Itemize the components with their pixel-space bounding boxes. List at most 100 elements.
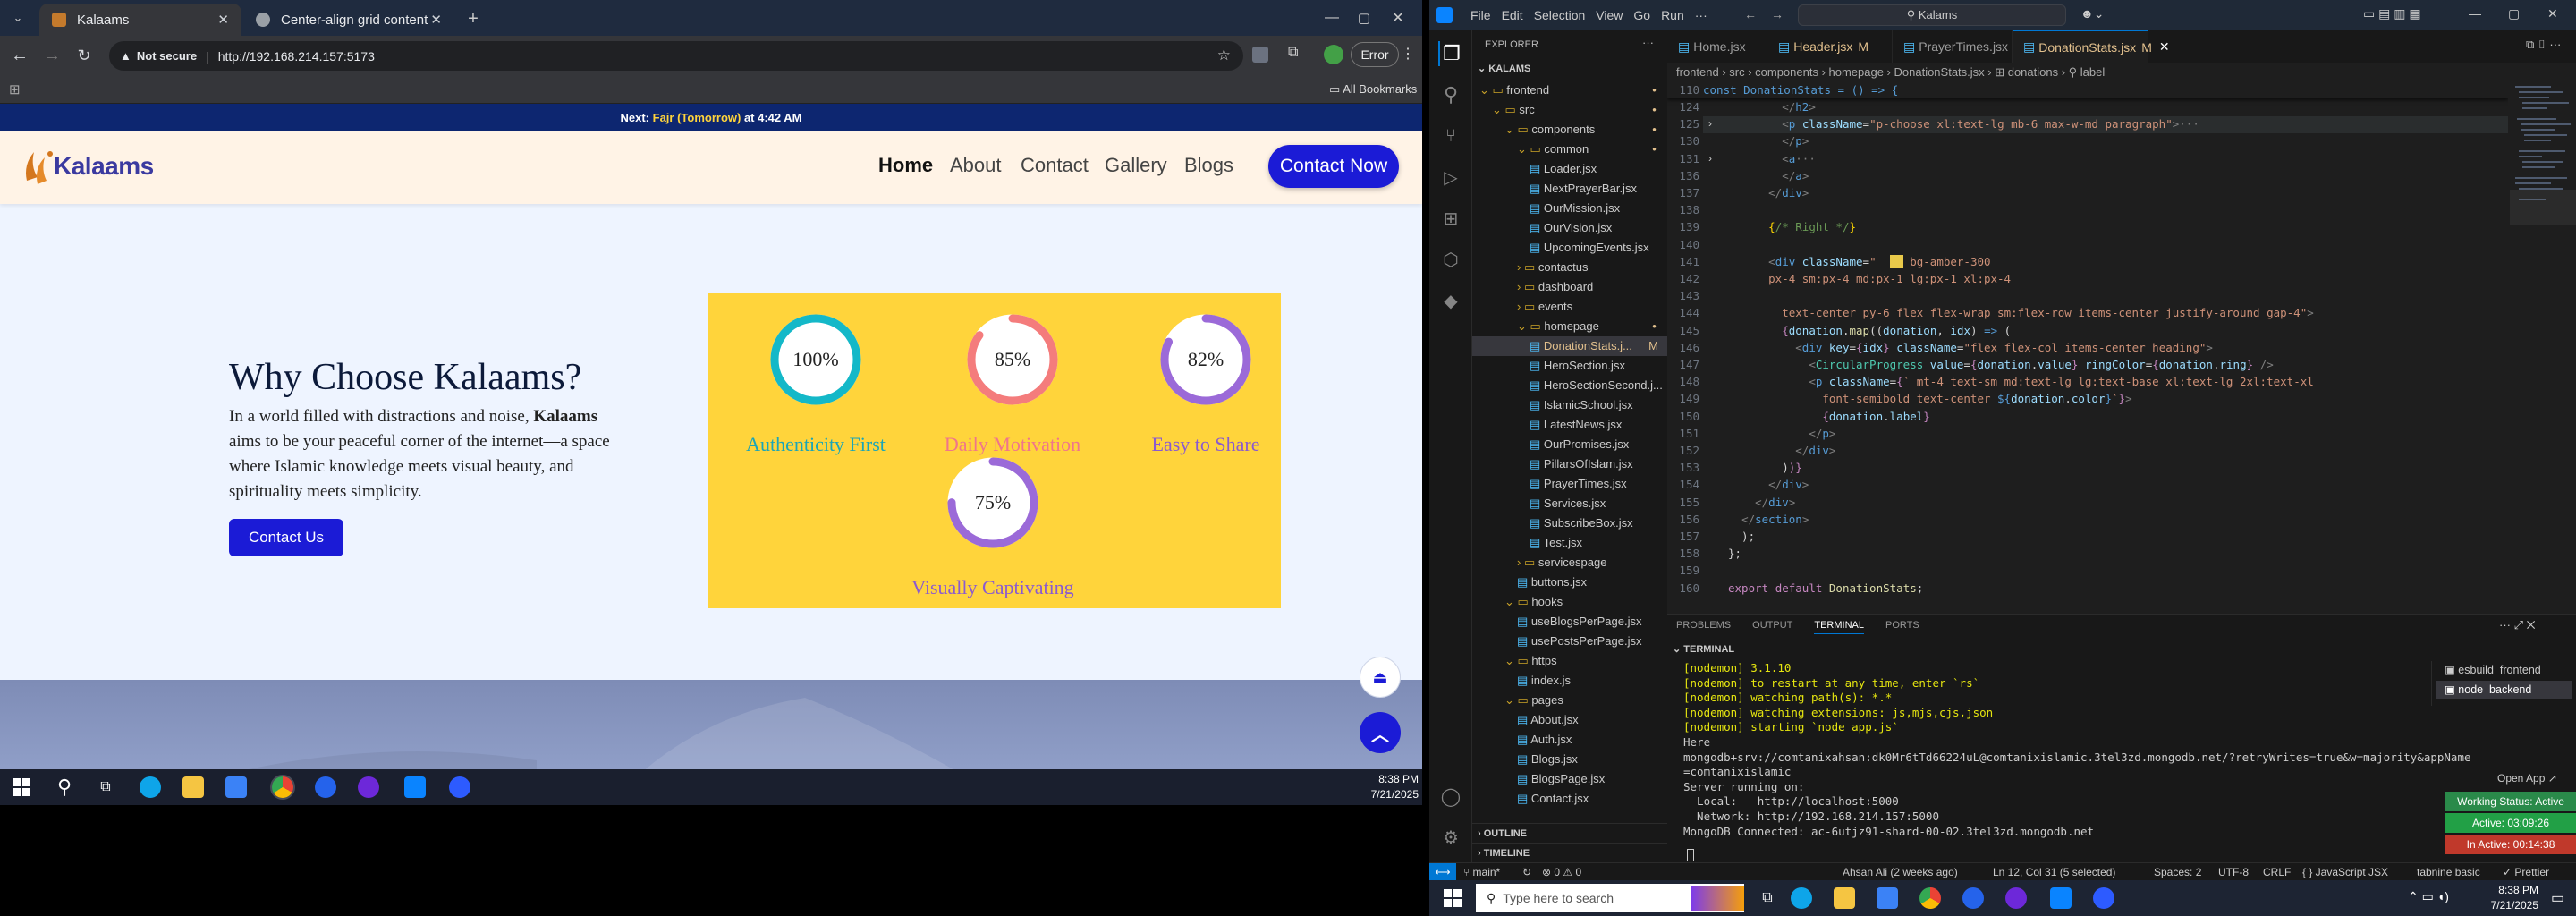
more-actions-icon[interactable]: ··· — [1642, 36, 1654, 49]
settings-gear-icon[interactable]: ⚙ — [1438, 825, 1463, 850]
tree-file[interactable]: ▤ NextPrayerBar.jsx — [1472, 179, 1667, 199]
tree-file[interactable]: ▤ About.jsx — [1472, 710, 1667, 730]
kebab-menu-icon[interactable]: ⋮ — [1401, 45, 1415, 63]
tabnine-status[interactable]: tabnine basic — [2417, 866, 2480, 878]
workspace-root[interactable]: ⌄ KALAMS — [1478, 63, 1530, 74]
tree-folder[interactable]: ⌄ ▭ homepage ● — [1472, 317, 1667, 336]
tree-file[interactable]: ▤ HeroSectionSecond.j... — [1472, 376, 1667, 395]
tree-file[interactable]: ▤ BlogsPage.jsx — [1472, 769, 1667, 789]
contact-now-button[interactable]: Contact Now — [1268, 145, 1399, 188]
tree-folder[interactable]: › ▭ contactus — [1472, 258, 1667, 277]
windows-start-icon[interactable] — [13, 778, 30, 796]
nav-about[interactable]: About — [950, 154, 1002, 177]
tree-folder[interactable]: › ▭ dashboard — [1472, 277, 1667, 297]
new-tab-button[interactable]: + — [462, 7, 485, 30]
reload-icon[interactable]: ↻ — [68, 39, 100, 72]
tree-file[interactable]: ▤ index.js — [1472, 671, 1667, 691]
edge-icon[interactable] — [1791, 887, 1812, 909]
task-view-icon[interactable]: ⧉ — [93, 775, 118, 800]
tree-folder[interactable]: ⌄ ▭ pages — [1472, 691, 1667, 710]
close-tab-icon[interactable]: ✕ — [2159, 39, 2170, 55]
profile-avatar[interactable] — [1324, 45, 1343, 64]
tree-file[interactable]: ▤ PrayerTimes.jsx — [1472, 474, 1667, 494]
explorer-icon[interactable]: ❐ — [1438, 41, 1463, 66]
tree-file[interactable]: ▤ OurMission.jsx — [1472, 199, 1667, 218]
timeline-section[interactable]: › TIMELINE — [1472, 843, 1667, 862]
tree-folder[interactable]: ⌄ ▭ components ● — [1472, 120, 1667, 140]
terminal-output[interactable]: [nodemon] 3.1.10 [nodemon] to restart at … — [1667, 661, 2471, 858]
file-explorer-icon[interactable] — [182, 776, 204, 798]
tree-file[interactable]: ▤ UpcomingEvents.jsx — [1472, 238, 1667, 258]
tree-folder[interactable]: ⌄ ▭ frontend ● — [1472, 81, 1667, 100]
menu-item[interactable]: Edit — [1502, 8, 1523, 22]
tree-file[interactable]: ▤ Services.jsx — [1472, 494, 1667, 513]
menu-item[interactable]: Run — [1661, 8, 1684, 22]
problems-status[interactable]: ⊗ 0 ⚠ 0 — [1542, 866, 1581, 878]
code-view[interactable]: 110 const DonationStats = () => { 124 </… — [1667, 82, 2508, 614]
tree-file[interactable]: ▤ Auth.jsx — [1472, 730, 1667, 750]
terminal-esbuild[interactable]: ▣ esbuild frontend — [2445, 663, 2541, 676]
fold-chevron-icon[interactable]: › — [1708, 117, 1712, 130]
vscode-icon[interactable] — [2050, 887, 2072, 909]
store-icon[interactable] — [225, 776, 247, 798]
tree-file[interactable]: ▤ buttons.jsx — [1472, 572, 1667, 592]
system-tray-icons[interactable]: ⌃ ▭ ◖) — [2408, 889, 2449, 904]
menu-item[interactable]: Go — [1633, 8, 1650, 22]
tree-folder[interactable]: ⌄ ▭ hooks — [1472, 592, 1667, 612]
minimize-icon[interactable]: — — [2469, 6, 2481, 21]
tree-file[interactable]: ▤ OurVision.jsx — [1472, 218, 1667, 238]
app-icon[interactable] — [315, 776, 336, 798]
tree-folder[interactable]: ⌄ ▭ src ● — [1472, 100, 1667, 120]
editor-tab[interactable]: ▤ PrayerTimes.jsx — [1893, 30, 2012, 63]
menu-item[interactable]: ··· — [1695, 8, 1707, 22]
extension-icon[interactable] — [1252, 47, 1268, 63]
open-app-link[interactable]: Open App ↗ — [2497, 772, 2557, 785]
mongodb-icon[interactable]: ◆ — [1438, 288, 1463, 313]
branch-status[interactable]: ⑂ main* — [1463, 866, 1500, 878]
outline-section[interactable]: › OUTLINE — [1472, 823, 1667, 843]
nav-back-icon[interactable]: ← — [1744, 7, 1757, 21]
app-icon[interactable] — [1962, 887, 1984, 909]
url-bar[interactable]: ▲ Not secure | http://192.168.214.157:51… — [109, 41, 1243, 71]
apps-grid-icon[interactable]: ⊞ — [9, 81, 21, 98]
layout-toggle-icons[interactable]: ▭ ▤ ▥ ▦ — [2363, 6, 2421, 21]
account-icon[interactable]: ◯ — [1438, 784, 1463, 809]
tree-file[interactable]: ▤ useBlogsPerPage.jsx — [1472, 612, 1667, 632]
tree-file[interactable]: ▤ Blogs.jsx — [1472, 750, 1667, 769]
browser-tab-center-align[interactable]: Center-align grid content ✕ — [243, 4, 454, 36]
editor-tab[interactable]: ▤ Header.jsx M — [1767, 30, 1893, 63]
close-window-icon[interactable]: ✕ — [1385, 7, 1411, 29]
store-icon[interactable] — [1877, 887, 1898, 909]
vscode-icon[interactable] — [404, 776, 426, 798]
terminal-node[interactable]: ▣ node backend — [2436, 681, 2572, 699]
extensions-icon[interactable]: ⊞ — [1438, 206, 1463, 231]
tree-folder[interactable]: ⌄ ▭ common ● — [1472, 140, 1667, 159]
logo-text[interactable]: Kalaams — [54, 152, 154, 181]
browser-tab-kalaams[interactable]: Kalaams ✕ — [39, 4, 242, 36]
menu-item[interactable]: File — [1470, 8, 1491, 22]
tree-file[interactable]: ▤ IslamicSchool.jsx — [1472, 395, 1667, 415]
minimap[interactable] — [2510, 82, 2576, 614]
tab-search-icon[interactable]: ⌄ — [7, 7, 29, 29]
eol-status[interactable]: CRLF — [2263, 866, 2291, 878]
command-center-search[interactable]: ⚲ Kalams — [1798, 4, 2066, 26]
fold-chevron-icon[interactable]: › — [1708, 152, 1712, 165]
split-editor-icon[interactable]: ⧉ ▯ ··· — [2526, 38, 2561, 52]
nav-home[interactable]: Home — [878, 154, 933, 177]
nav-contact[interactable]: Contact — [1021, 154, 1089, 177]
scroll-up-button[interactable]: ︿ — [1360, 712, 1401, 753]
close-tab-icon[interactable]: ✕ — [217, 12, 229, 28]
language-mode[interactable]: { } JavaScript JSX — [2302, 866, 2388, 878]
search-icon[interactable]: ⚲ — [52, 775, 77, 800]
tree-file[interactable]: ▤ SubscribeBox.jsx — [1472, 513, 1667, 533]
nav-blogs[interactable]: Blogs — [1184, 154, 1233, 177]
tree-folder[interactable]: › ▭ events — [1472, 297, 1667, 317]
panel-actions-icon[interactable]: ··· ⤢ ✕ — [2499, 618, 2536, 632]
maximize-icon[interactable]: ▢ — [2508, 6, 2520, 21]
panel-tab[interactable]: PORTS — [1885, 620, 1919, 634]
nav-forward-icon[interactable]: → — [1771, 7, 1784, 21]
menu-item[interactable]: Selection — [1534, 8, 1586, 22]
zoom-icon[interactable] — [449, 776, 470, 798]
back-arrow-icon[interactable]: ← — [4, 39, 36, 72]
copilot-icon[interactable]: ☻⌄ — [2080, 6, 2104, 21]
